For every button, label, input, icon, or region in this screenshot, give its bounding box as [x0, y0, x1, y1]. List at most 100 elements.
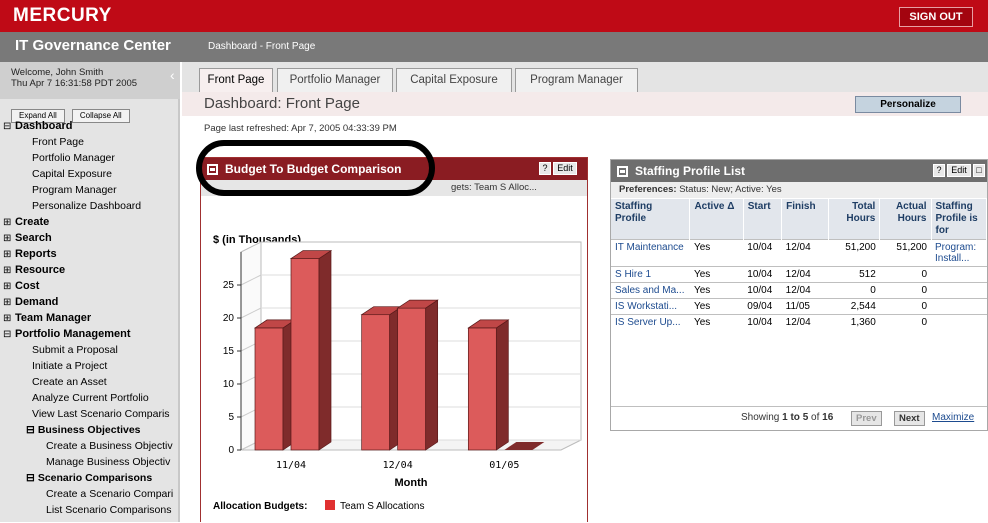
sidebar-item-portfolio-manager[interactable]: Portfolio Manager — [0, 150, 178, 166]
sidebar-item-cost[interactable]: ⊞ Cost — [0, 278, 178, 294]
maximize-link[interactable]: Maximize — [932, 407, 974, 429]
sidebar-item-create-a-business-objectiv[interactable]: Create a Business Objectiv — [0, 438, 178, 454]
profile-for-link[interactable] — [931, 314, 987, 330]
profile-link[interactable]: IS Workstati... — [611, 298, 690, 315]
sidebar-item-label: Team Manager — [15, 312, 92, 324]
sidebar-item-view-last-scenario-comparis[interactable]: View Last Scenario Comparis — [0, 406, 178, 422]
bar-side — [495, 319, 509, 451]
prev-button[interactable]: Prev — [851, 411, 882, 426]
showing-label: Showing — [741, 412, 780, 423]
table-cell: 10/04 — [743, 239, 782, 267]
sidebar-item-search[interactable]: ⊞ Search — [0, 230, 178, 246]
collapse-icon[interactable]: ⊟ — [3, 119, 12, 134]
welcome-text: Welcome, John Smith — [11, 67, 104, 78]
sidebar-item-initiate-a-project[interactable]: Initiate a Project — [0, 358, 178, 374]
collapse-sidebar-icon[interactable]: ‹ — [170, 68, 175, 82]
expand-icon[interactable]: ⊞ — [3, 247, 12, 262]
sidebar-item-label: Program Manager — [32, 184, 117, 196]
expand-icon[interactable]: ⊞ — [3, 295, 12, 310]
tab-capital-exposure[interactable]: Capital Exposure — [396, 68, 512, 92]
sidebar-item-analyze-current-portfolio[interactable]: Analyze Current Portfolio — [0, 390, 178, 406]
profile-for-link[interactable]: Program: Install... — [931, 239, 987, 267]
table-cell: 512 — [828, 266, 880, 283]
tab-program-manager[interactable]: Program Manager — [515, 68, 638, 92]
sidebar: Welcome, John Smith Thu Apr 7 16:31:58 P… — [0, 62, 180, 522]
column-header: Total Hours — [828, 199, 881, 240]
page-header: Dashboard: Front Page Personalize — [182, 92, 988, 116]
table-cell: 0 — [879, 282, 931, 299]
column-header: Actual Hours — [879, 199, 932, 240]
sidebar-item-manage-business-objectiv[interactable]: Manage Business Objectiv — [0, 454, 178, 470]
sidebar-item-create[interactable]: ⊞ Create — [0, 214, 178, 230]
budget-portlet: Budget To Budget Comparison ?Edit□ gets:… — [200, 157, 588, 522]
tab-front-page[interactable]: Front Page — [199, 68, 273, 92]
profile-link[interactable]: S Hire 1 — [611, 266, 690, 283]
sidebar-item-team-manager[interactable]: ⊞ Team Manager — [0, 310, 178, 326]
sidebar-item-business-objectives[interactable]: ⊟ Business Objectives — [0, 422, 178, 438]
sidebar-item-resource[interactable]: ⊞ Resource — [0, 262, 178, 278]
sign-out-button[interactable]: SIGN OUT — [899, 7, 973, 27]
table-cell: 0 — [879, 314, 931, 330]
expand-icon[interactable]: ⊞ — [3, 231, 12, 246]
sidebar-item-create-an-asset[interactable]: Create an Asset — [0, 374, 178, 390]
sidebar-item-program-manager[interactable]: Program Manager — [0, 182, 178, 198]
minimize-icon[interactable] — [617, 166, 628, 177]
table-cell: 11/05 — [781, 298, 829, 315]
sidebar-item-create-a-scenario-compari[interactable]: Create a Scenario Compari — [0, 486, 178, 502]
sidebar-item-dashboard[interactable]: ⊟ Dashboard — [0, 118, 178, 134]
maximize-icon[interactable]: □ — [973, 164, 985, 177]
expand-icon[interactable]: ⊞ — [3, 279, 12, 294]
help-icon[interactable]: ? — [539, 162, 551, 175]
staffing-pagination: Showing 1 to 5 of 16 Prev Next Maximize — [611, 406, 987, 428]
collapse-icon[interactable]: ⊟ — [26, 424, 35, 436]
sub-header: IT Governance Center Dashboard - Front P… — [0, 32, 988, 62]
table-cell: 12/04 — [781, 266, 829, 283]
table-cell: 0 — [828, 282, 880, 299]
profile-link[interactable]: IS Server Up... — [611, 314, 690, 330]
table-cell: 0 — [879, 298, 931, 315]
table-cell: 51,200 — [828, 239, 880, 267]
table-cell: 2,544 — [828, 298, 880, 315]
of-label: of — [811, 412, 820, 423]
edit-button[interactable]: Edit — [947, 164, 971, 177]
profile-link[interactable]: IT Maintenance — [611, 239, 690, 267]
collapse-icon[interactable]: ⊟ — [26, 472, 35, 484]
bar — [290, 258, 320, 451]
expand-icon[interactable]: ⊞ — [3, 263, 12, 278]
profile-for-link[interactable] — [931, 266, 987, 283]
personalize-button[interactable]: Personalize — [855, 96, 961, 113]
tab-portfolio-manager[interactable]: Portfolio Manager — [277, 68, 393, 92]
table-cell: 1,360 — [828, 314, 880, 330]
collapse-icon[interactable]: ⊟ — [3, 327, 12, 342]
sidebar-item-label: Front Page — [32, 136, 84, 148]
profile-for-link[interactable] — [931, 282, 987, 299]
sidebar-item-reports[interactable]: ⊞ Reports — [0, 246, 178, 262]
expand-icon[interactable]: ⊞ — [3, 311, 12, 326]
staffing-portlet-header: Staffing Profile List ? Edit □ — [611, 160, 987, 182]
sidebar-item-capital-exposure[interactable]: Capital Exposure — [0, 166, 178, 182]
brand-logo: MERCURY — [13, 5, 112, 26]
sidebar-item-personalize-dashboard[interactable]: Personalize Dashboard — [0, 198, 178, 214]
profile-link[interactable]: Sales and Ma... — [611, 282, 690, 299]
next-button[interactable]: Next — [894, 411, 925, 426]
table-cell: 12/04 — [781, 239, 829, 267]
expand-icon[interactable]: ⊞ — [3, 215, 12, 230]
column-header[interactable]: Active Δ — [689, 199, 744, 240]
sidebar-item-label: Create an Asset — [32, 376, 107, 388]
profile-for-link[interactable] — [931, 298, 987, 315]
sidebar-item-front-page[interactable]: Front Page — [0, 134, 178, 150]
bar-side — [318, 249, 332, 451]
help-icon[interactable]: ? — [933, 164, 945, 177]
budget-portlet-controls: ?Edit□ — [537, 162, 587, 197]
legend-title: Allocation Budgets: — [213, 501, 307, 512]
edit-button[interactable]: Edit — [553, 162, 577, 175]
sidebar-item-demand[interactable]: ⊞ Demand — [0, 294, 178, 310]
sidebar-item-label: Portfolio Manager — [32, 152, 115, 164]
sidebar-item-submit-a-proposal[interactable]: Submit a Proposal — [0, 342, 178, 358]
sidebar-item-portfolio-management[interactable]: ⊟ Portfolio Management — [0, 326, 178, 342]
sidebar-item-list-scenario-comparisons[interactable]: List Scenario Comparisons — [0, 502, 178, 518]
main-content: Front Page Portfolio Manager Capital Exp… — [182, 62, 988, 522]
sidebar-item-scenario-comparisons[interactable]: ⊟ Scenario Comparisons — [0, 470, 178, 486]
sidebar-item-label: Create a Business Objectiv — [46, 440, 173, 452]
sidebar-item-label: Portfolio Management — [15, 328, 131, 340]
